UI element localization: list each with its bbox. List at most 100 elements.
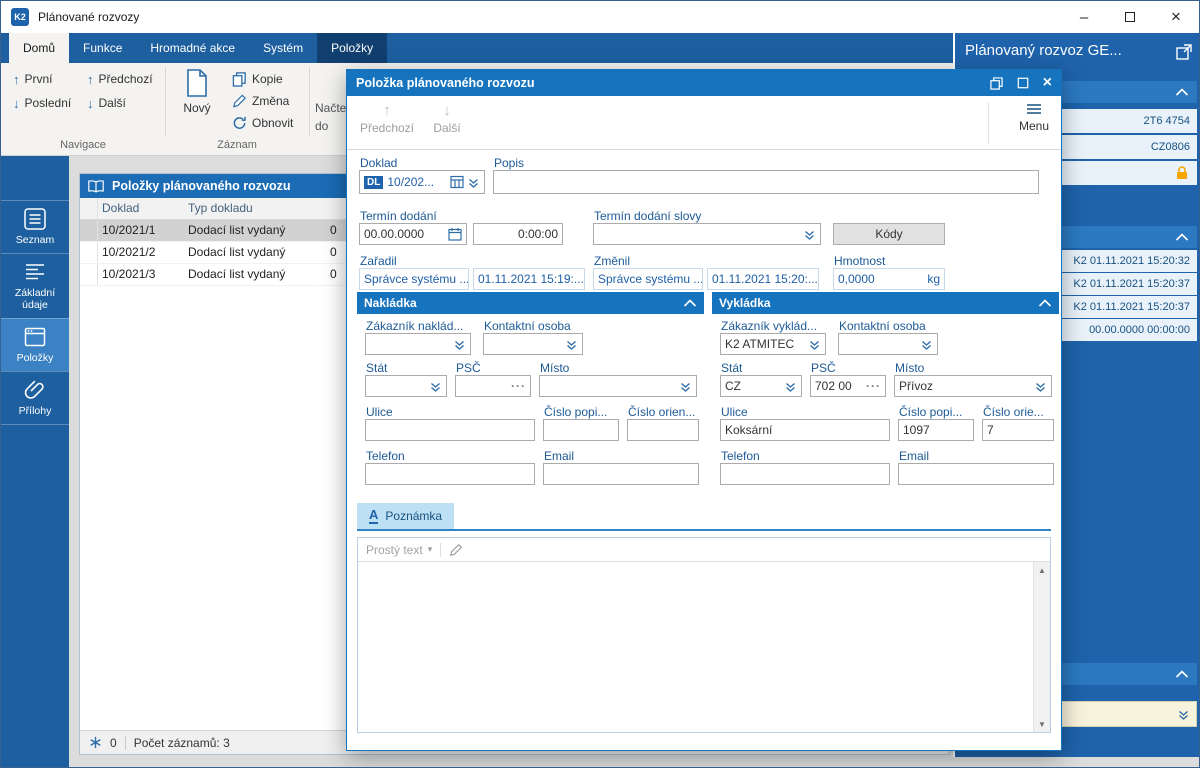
nakladka-ulice-field[interactable]	[365, 419, 535, 441]
nak​ladka-cp-field[interactable]	[543, 419, 619, 441]
nakladka-header[interactable]: Nakládka	[357, 292, 704, 314]
copy-button[interactable]: Kopie	[225, 69, 287, 89]
dropdown-icon[interactable]	[450, 338, 466, 351]
up-arrow-icon: ↑	[13, 72, 20, 87]
tab-hromadne-akce[interactable]: Hromadné akce	[136, 33, 249, 63]
close-icon[interactable]: ×	[1043, 75, 1052, 91]
copy-label: Kopie	[252, 72, 283, 86]
list-title: Položky plánovaného rozvozu	[112, 179, 291, 193]
tab-poznamka[interactable]: A Poznámka	[357, 503, 454, 529]
dock-icon[interactable]	[990, 77, 1003, 90]
next-record-button[interactable]: ↓ Další	[83, 93, 130, 113]
minimize-icon[interactable]: –	[1061, 1, 1107, 33]
calendar-icon[interactable]	[445, 227, 462, 241]
vertical-scrollbar[interactable]: ▲ ▼	[1033, 562, 1050, 732]
termin-time-field[interactable]: 0:00:00	[473, 223, 563, 245]
document-select-icon[interactable]	[447, 175, 464, 189]
chevron-down-icon[interactable]: ▾	[428, 544, 433, 555]
new-record-button[interactable]: Nový	[173, 69, 221, 115]
collapse-icon[interactable]	[683, 299, 697, 307]
editor-toolbar: Prostý text ▾	[358, 538, 1050, 562]
vykladka-kontakt-field[interactable]	[838, 333, 938, 355]
row-marker	[80, 242, 98, 263]
tab-funkce[interactable]: Funkce	[69, 33, 136, 63]
nakladka-email-field[interactable]	[543, 463, 699, 485]
previous-label: Předchozí	[99, 72, 153, 86]
nakladka-zakaznik-field[interactable]	[365, 333, 471, 355]
vykladka-psc-field[interactable]: 702 00 ···	[810, 375, 886, 397]
tab-domu[interactable]: Domů	[9, 33, 69, 63]
sidebar-item-zakladni-udaje[interactable]: Základní údaje	[1, 253, 69, 318]
down-arrow-icon: ↓	[87, 96, 94, 111]
termin-date-field[interactable]: 00.00.0000	[359, 223, 467, 245]
cell-typ: Dodací list vydaný	[184, 264, 326, 285]
close-icon[interactable]: ×	[1153, 1, 1199, 33]
note-text-area[interactable]: ▲ ▼	[358, 562, 1050, 732]
tab-polozky[interactable]: Položky	[317, 33, 387, 63]
scroll-up-icon[interactable]: ▲	[1034, 562, 1050, 578]
vykladka-ulice-field[interactable]: Koksární	[720, 419, 890, 441]
dropdown-icon[interactable]	[464, 176, 480, 189]
tab-system[interactable]: Systém	[249, 33, 317, 63]
vykladka-email-field[interactable]	[898, 463, 1054, 485]
group-label-zaznam: Záznam	[165, 139, 309, 151]
vykladka-stat-field[interactable]: CZ	[720, 375, 802, 397]
detail-panel-title: Plánovaný rozvoz GE...	[965, 42, 1167, 59]
termin-slovy-field[interactable]	[593, 223, 821, 245]
scroll-down-icon[interactable]: ▼	[1034, 716, 1050, 732]
previous-item-button[interactable]: ↑ Předchozí	[355, 102, 419, 135]
vykladka-telefon-field[interactable]	[720, 463, 890, 485]
sidebar-item-polozky[interactable]: Položky	[1, 318, 69, 371]
vykladka-co-field[interactable]: 7	[982, 419, 1054, 441]
vykladka-zakaznik-field[interactable]: K2 ATMITEC	[720, 333, 826, 355]
previous-record-button[interactable]: ↑ Předchozí	[83, 69, 157, 89]
open-external-icon[interactable]	[1175, 43, 1193, 61]
menu-button[interactable]: Menu	[1019, 103, 1049, 133]
dropdown-icon[interactable]	[1031, 380, 1047, 393]
last-label: Poslední	[25, 96, 72, 110]
next-item-button[interactable]: ↓ Další	[423, 102, 471, 135]
last-record-button[interactable]: ↓ Poslední	[9, 93, 75, 113]
nakladka-stat-field[interactable]	[365, 375, 447, 397]
vykladka-cp-field[interactable]: 1097	[898, 419, 974, 441]
refresh-button[interactable]: Obnovit	[225, 113, 297, 133]
doklad-field[interactable]: DL 10/202...	[359, 170, 485, 194]
document-icon	[186, 69, 208, 97]
sidebar-item-prilohy[interactable]: Přílohy	[1, 371, 69, 425]
maximize-icon[interactable]	[1017, 77, 1029, 89]
vykladka-misto-field[interactable]: Přívoz	[894, 375, 1052, 397]
column-typ-dokladu[interactable]: Typ dokladu	[184, 198, 326, 219]
nakladka-co-field[interactable]	[627, 419, 699, 441]
nakladka-misto-field[interactable]	[539, 375, 697, 397]
popis-field[interactable]	[493, 170, 1039, 194]
column-doklad[interactable]: Doklad	[98, 198, 184, 219]
nakladka-kontakt-field[interactable]	[483, 333, 583, 355]
dropdown-icon[interactable]	[426, 380, 442, 393]
first-record-button[interactable]: ↑ První	[9, 69, 57, 89]
editor-mode-select[interactable]: Prostý text	[366, 543, 423, 557]
ellipsis-button[interactable]: ···	[866, 379, 881, 393]
dropdown-icon[interactable]	[800, 228, 816, 241]
maximize-icon[interactable]	[1107, 1, 1153, 33]
edit-button[interactable]: Změna	[225, 91, 293, 111]
row-marker	[80, 264, 98, 285]
nakladka-psc-field[interactable]: ···	[455, 375, 531, 397]
sidebar-item-seznam[interactable]: Seznam	[1, 200, 69, 253]
edit-pencil-icon[interactable]	[449, 543, 463, 557]
dialog-titlebar[interactable]: Položka plánovaného rozvozu ×	[347, 70, 1061, 96]
dropdown-icon[interactable]	[917, 338, 933, 351]
ulice-label: Ulice	[721, 405, 748, 419]
nakladka-telefon-field[interactable]	[365, 463, 535, 485]
dropdown-icon[interactable]	[562, 338, 578, 351]
kody-button[interactable]: Kódy	[833, 223, 945, 245]
popis-label: Popis	[494, 156, 524, 170]
collapse-icon[interactable]	[1038, 299, 1052, 307]
dropdown-icon[interactable]	[781, 380, 797, 393]
vykladka-header[interactable]: Vykládka	[712, 292, 1059, 314]
hmotnost-field[interactable]: 0,0000 kg	[833, 268, 945, 290]
ellipsis-button[interactable]: ···	[511, 379, 526, 393]
dropdown-icon[interactable]	[676, 380, 692, 393]
lock-icon	[1174, 165, 1190, 181]
dropdown-icon[interactable]	[805, 338, 821, 351]
note-editor: Prostý text ▾ ▲ ▼	[357, 537, 1051, 733]
